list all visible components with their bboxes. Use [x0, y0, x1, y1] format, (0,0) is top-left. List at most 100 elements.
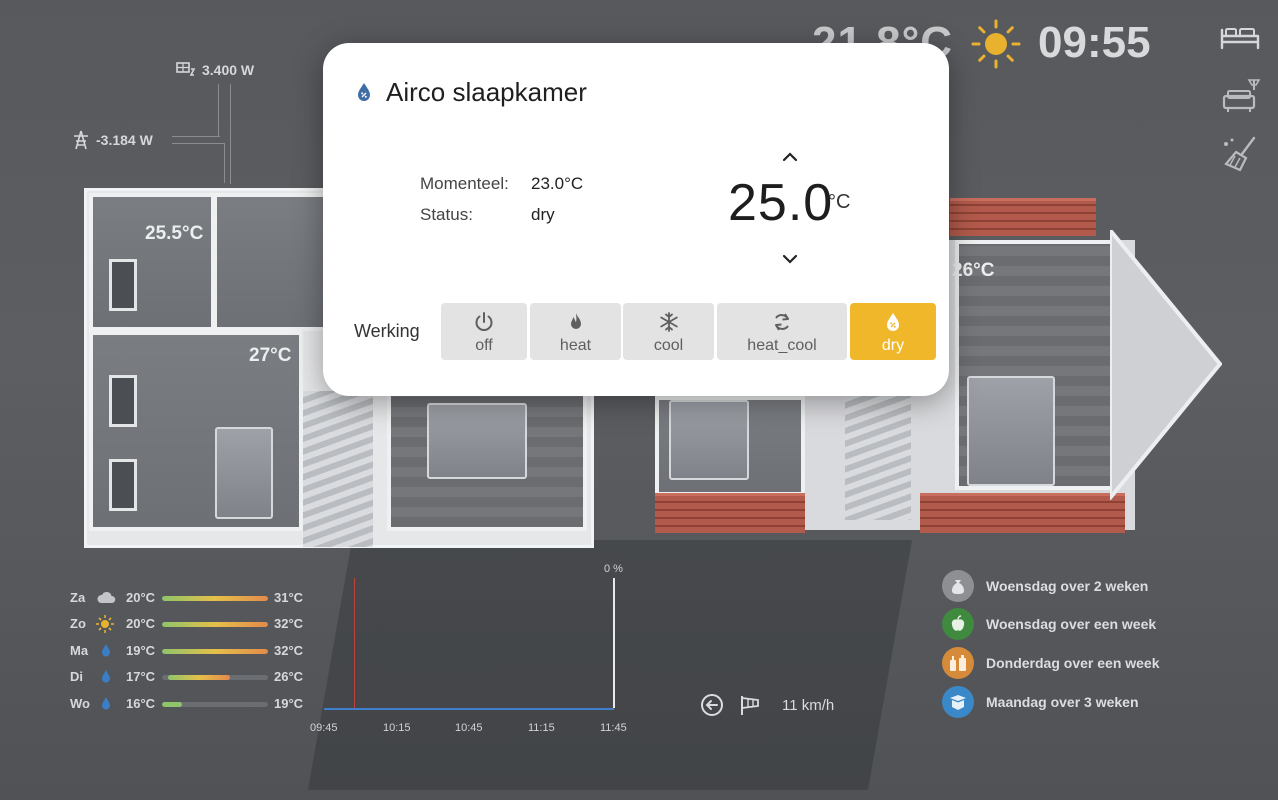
graph-y-axis	[613, 578, 615, 708]
current-temp-label: Momenteel:	[420, 174, 509, 193]
snowflake-icon	[659, 312, 678, 332]
forecast-row[interactable]: Di 17°C 26°C	[70, 669, 310, 689]
forecast-day: Wo	[70, 696, 90, 711]
forecast-day: Za	[70, 590, 86, 605]
room-temp-1[interactable]: 25.5°C	[145, 223, 203, 245]
status-label: Status:	[420, 205, 473, 224]
forecast-high: 19°C	[274, 696, 304, 711]
power-wire	[224, 143, 225, 183]
apple-icon	[942, 608, 974, 640]
bed-icon[interactable]	[1218, 18, 1262, 58]
graph-x-tick: 10:45	[455, 722, 483, 734]
forecast-row[interactable]: Zo 20°C 32°C	[70, 615, 310, 636]
roof-bottom-left	[655, 493, 805, 533]
forecast-low: 20°C	[126, 590, 156, 605]
forecast-row[interactable]: Wo 16°C 19°C	[70, 696, 310, 716]
dialog-title: Airco slaapkamer	[386, 77, 587, 107]
sun-icon	[96, 615, 114, 633]
rain-drop-icon	[102, 670, 110, 683]
forecast-range-bar	[162, 622, 268, 627]
power-wire	[172, 143, 224, 144]
power-wire	[218, 84, 219, 136]
waste-text: Maandag over 3 weken	[986, 694, 1139, 710]
grid-power[interactable]: -3.184 W	[72, 130, 153, 150]
cleaning-icon[interactable]	[1218, 134, 1262, 174]
living-room-icon[interactable]	[1218, 76, 1262, 116]
windsock-icon	[741, 696, 759, 715]
clock: 09:55	[1038, 18, 1151, 67]
waste-item[interactable]: Donderdag over een week	[942, 647, 1160, 679]
transmission-tower-icon	[74, 130, 88, 150]
mode-dry-button[interactable]: dry	[850, 303, 936, 360]
forecast-day: Di	[70, 669, 83, 684]
mode-heat-cool-label: heat_cool	[747, 337, 817, 354]
bag-icon	[942, 570, 974, 602]
wind-speed: 11 km/h	[782, 696, 835, 714]
power-wire	[172, 136, 220, 137]
grid-power-value: -3.184 W	[96, 132, 153, 148]
room-closet	[213, 193, 333, 331]
room-right-small	[655, 396, 805, 496]
wind-info[interactable]: 11 km/h	[700, 693, 834, 717]
solar-power-value: 3.400 W	[202, 62, 255, 78]
forecast-day: Ma	[70, 643, 89, 658]
room-temp-2[interactable]: 27°C	[249, 345, 291, 367]
forecast-day: Zo	[70, 616, 86, 631]
current-temp-value: 23.0°C	[531, 174, 584, 193]
mode-off-button[interactable]: off	[441, 303, 527, 360]
roof-gable	[1110, 230, 1222, 500]
waste-text: Donderdag over een week	[986, 655, 1160, 671]
cloud-icon	[97, 591, 116, 603]
solar-power[interactable]: 3.400 W	[176, 62, 254, 78]
rain-drop-icon	[102, 697, 110, 710]
status-value: dry	[531, 205, 555, 224]
rain-drop-icon	[102, 644, 110, 657]
waste-item[interactable]: Woensdag over 2 weken	[942, 570, 1148, 602]
graph-line	[324, 708, 614, 710]
house-shadow	[307, 540, 913, 790]
forecast-range-bar	[162, 675, 268, 680]
forecast-row[interactable]: Za 20°C 31°C	[70, 590, 310, 610]
mode-cool-button[interactable]: cool	[623, 303, 714, 360]
mode-off-label: off	[475, 337, 493, 354]
roof-top	[950, 198, 1096, 236]
forecast-range-bar	[162, 702, 268, 707]
forecast-range-bar	[162, 596, 268, 601]
forecast-high: 32°C	[274, 643, 304, 658]
mode-cool-label: cool	[653, 337, 684, 354]
stairs-right	[845, 396, 911, 520]
power-icon	[475, 312, 493, 331]
forecast-low: 17°C	[126, 669, 156, 684]
forecast-row[interactable]: Ma 19°C 32°C	[70, 643, 310, 663]
bottles-icon	[942, 647, 974, 679]
room-temp-3[interactable]: 26°C	[952, 260, 994, 282]
graph-x-tick: 11:45	[600, 722, 627, 734]
mode-heat-label: heat	[559, 337, 592, 354]
forecast-range-bar	[162, 649, 268, 654]
graph-now-marker	[354, 578, 355, 710]
waste-item[interactable]: Woensdag over een week	[942, 608, 1156, 640]
forecast-low: 19°C	[126, 643, 156, 658]
graph-x-tick: 11:15	[528, 722, 555, 734]
stairs	[303, 391, 373, 547]
power-wire	[230, 84, 231, 184]
decrease-temp-button[interactable]	[777, 249, 803, 269]
waste-text: Woensdag over 2 weken	[986, 578, 1149, 594]
mode-heat-button[interactable]: heat	[530, 303, 621, 360]
wind-direction-icon	[701, 694, 723, 716]
sync-icon	[775, 313, 789, 331]
increase-temp-button[interactable]	[777, 146, 803, 166]
forecast-high: 31°C	[274, 590, 304, 605]
box-icon	[942, 686, 974, 718]
mode-dry-label: dry	[881, 337, 905, 354]
forecast-low: 20°C	[126, 616, 156, 631]
target-temperature: 25.0	[728, 174, 834, 232]
forecast-high: 32°C	[274, 616, 304, 631]
waste-item[interactable]: Maandag over 3 weken	[942, 686, 1139, 718]
climate-dialog: Airco slaapkamer Momenteel: 23.0°C Statu…	[323, 43, 949, 396]
target-temperature-unit: °C	[828, 191, 851, 213]
room-master	[387, 391, 587, 531]
mode-heat-cool-button[interactable]: heat_cool	[717, 303, 847, 360]
water-drop-icon	[358, 83, 370, 101]
graph-y-label: 0 %	[604, 563, 623, 575]
